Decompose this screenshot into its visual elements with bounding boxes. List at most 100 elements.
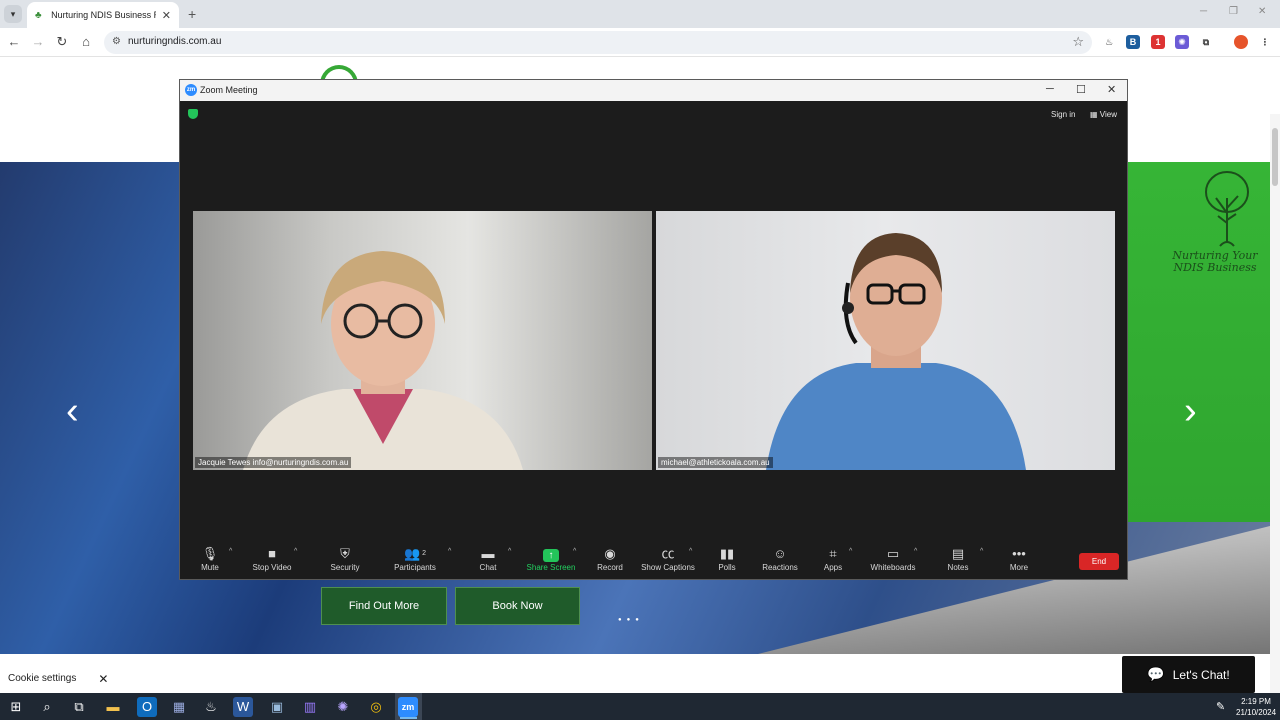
chat-label: Let's Chat! <box>1172 667 1230 682</box>
extension-b-icon[interactable]: B <box>1126 35 1140 49</box>
app-gear-icon[interactable]: ✺ <box>333 697 353 717</box>
search-icon[interactable]: ⌕ <box>37 697 57 717</box>
more-label: More <box>1009 563 1029 572</box>
tab-search-icon[interactable]: ▾ <box>4 5 22 23</box>
file-explorer-icon[interactable]: ▬ <box>103 697 123 717</box>
new-tab-button[interactable]: + <box>188 6 196 22</box>
whiteboards-label: Whiteboards <box>870 563 916 572</box>
page-scrollbar[interactable] <box>1270 114 1280 720</box>
cookie-settings-link[interactable]: Cookie settings <box>8 673 76 684</box>
extension-badge-icon[interactable]: 1 <box>1151 35 1165 49</box>
zoom-title-bar[interactable]: zm Zoom Meeting ─ ☐ ✕ <box>180 80 1127 101</box>
participant-video-2[interactable]: michael@athletickoala.com.au <box>656 211 1115 470</box>
bookmark-star-icon[interactable]: ☆ <box>1072 34 1084 50</box>
close-icon[interactable]: ✕ <box>1258 6 1266 17</box>
remote-desktop-icon[interactable]: ▣ <box>267 697 287 717</box>
zoom-meeting-window: zm Zoom Meeting ─ ☐ ✕ Sign in ▦ View Jac… <box>179 79 1128 580</box>
extensions-puzzle-icon[interactable]: ⧉ <box>1199 35 1213 49</box>
zoom-control-bar: 🎙 Mute ^ ■ Stop Video ^ ⛨ Security 👥 2 Pa… <box>180 545 1127 579</box>
participants-icon: 👥 2 <box>403 546 427 561</box>
browser-menu-icon[interactable]: ⋮ <box>1258 35 1272 49</box>
carousel-dots[interactable]: ●●● <box>618 617 644 623</box>
mute-button[interactable]: 🎙 Mute <box>175 545 245 579</box>
reload-icon[interactable]: ↻ <box>54 34 70 50</box>
video-options-chevron-icon[interactable]: ^ <box>294 548 297 555</box>
microphone-icon: 🎙 <box>201 546 219 561</box>
zoom-close-icon[interactable]: ✕ <box>1107 83 1116 96</box>
more-dots-icon: ••• <box>1012 546 1026 561</box>
carousel-next-icon[interactable]: › <box>1184 390 1197 433</box>
zoom-minimize-icon[interactable]: ─ <box>1046 83 1054 95</box>
participants-chevron-icon[interactable]: ^ <box>448 548 451 555</box>
view-label: View <box>1099 110 1117 119</box>
forward-icon[interactable]: → <box>30 34 46 50</box>
participants-button[interactable]: 👥 2 Participants <box>380 545 450 579</box>
teams-icon[interactable]: ▥ <box>300 697 320 717</box>
windows-taskbar: ⊞ ⌕ ⧉ ▬ O ▦ ♨ W ▣ ▥ ✺ ◎ zm ✎ 2:19 PM 21/… <box>0 693 1280 720</box>
chat-chevron-icon[interactable]: ^ <box>508 548 511 555</box>
chat-button[interactable]: ▬ Chat <box>453 545 523 579</box>
app-flame-icon[interactable]: ♨ <box>201 697 221 717</box>
participant-1-name: Jacquie Tewes info@nurturingndis.com.au <box>195 457 352 468</box>
url-text[interactable]: nurturingndis.com.au <box>128 36 221 47</box>
clock-time: 2:19 PM <box>1241 697 1271 706</box>
lets-chat-button[interactable]: 💬 Let's Chat! <box>1122 656 1255 693</box>
extension-gear-icon[interactable]: ✺ <box>1175 35 1189 49</box>
system-clock[interactable]: 2:19 PM 21/10/2024 <box>1236 696 1276 718</box>
security-button[interactable]: ⛨ Security <box>310 545 380 579</box>
zoom-taskbar-icon[interactable]: zm <box>398 697 418 717</box>
apps-chevron-icon[interactable]: ^ <box>849 548 852 555</box>
book-now-button[interactable]: Book Now <box>455 587 580 625</box>
more-button[interactable]: ••• More <box>984 545 1054 579</box>
pen-tray-icon[interactable]: ✎ <box>1216 700 1225 713</box>
brand-tagline: Nurturing Your NDIS Business <box>1170 250 1260 274</box>
whiteboards-chevron-icon[interactable]: ^ <box>914 548 917 555</box>
extension-flame-icon[interactable]: ♨ <box>1102 35 1116 49</box>
profile-avatar-icon[interactable] <box>1234 35 1248 49</box>
restore-icon[interactable]: ❐ <box>1229 6 1238 17</box>
tab-close-icon[interactable]: ✕ <box>162 9 171 22</box>
zoom-maximize-icon[interactable]: ☐ <box>1076 83 1086 96</box>
zoom-logo-icon: zm <box>185 84 197 96</box>
chat-bubble-icon: 💬 <box>1147 666 1165 682</box>
tab-title: Nurturing NDIS Business Regist <box>51 10 156 20</box>
mute-label: Mute <box>201 563 219 572</box>
browser-tab-strip: ▾ ♣ Nurturing NDIS Business Regist ✕ + ─… <box>0 0 1280 28</box>
site-info-icon[interactable]: ⚙ <box>112 36 121 47</box>
whiteboard-icon: ▭ <box>886 546 900 561</box>
browser-tab[interactable]: ♣ Nurturing NDIS Business Regist ✕ <box>27 2 179 28</box>
end-meeting-button[interactable]: End <box>1079 553 1119 570</box>
cookie-settings-bar: Cookie settings ✕ <box>0 664 110 693</box>
whiteboards-button[interactable]: ▭ Whiteboards <box>858 545 928 579</box>
home-icon[interactable]: ⌂ <box>78 34 94 50</box>
participant-video-1[interactable]: Jacquie Tewes info@nurturingndis.com.au <box>193 211 652 470</box>
notes-chevron-icon[interactable]: ^ <box>980 548 983 555</box>
zoom-window-title: Zoom Meeting <box>200 85 258 95</box>
security-shield-icon: ⛨ <box>340 546 350 561</box>
calculator-icon[interactable]: ▦ <box>169 697 189 717</box>
chat-label-zoom: Chat <box>479 563 497 572</box>
minimize-icon[interactable]: ─ <box>1200 6 1207 17</box>
brand-line-2: NDIS Business <box>1173 261 1257 274</box>
address-bar[interactable]: ⚙ nurturingndis.com.au ☆ <box>104 31 1092 54</box>
security-label: Security <box>330 563 360 572</box>
back-icon[interactable]: ← <box>6 34 22 50</box>
cookie-close-icon[interactable]: ✕ <box>98 672 108 686</box>
participant-2-figure <box>766 233 1026 470</box>
word-icon[interactable]: W <box>233 697 253 717</box>
task-view-icon[interactable]: ⧉ <box>69 697 89 717</box>
sign-in-link[interactable]: Sign in <box>1051 110 1075 119</box>
notes-label: Notes <box>947 563 969 572</box>
chat-icon: ▬ <box>481 546 495 561</box>
outlook-icon[interactable]: O <box>137 697 157 717</box>
browser-toolbar: ← → ↻ ⌂ ⚙ nurturingndis.com.au ☆ ♨ B 1 ✺… <box>0 28 1280 57</box>
view-button[interactable]: ▦ View <box>1090 110 1117 119</box>
carousel-prev-icon[interactable]: ‹ <box>66 390 79 433</box>
encryption-shield-icon[interactable] <box>188 109 198 119</box>
audio-options-chevron-icon[interactable]: ^ <box>229 548 232 555</box>
start-windows-icon[interactable]: ⊞ <box>6 697 26 717</box>
scrollbar-thumb[interactable] <box>1272 128 1278 186</box>
participants-label: Participants <box>394 563 436 572</box>
find-out-more-button[interactable]: Find Out More <box>321 587 447 625</box>
chrome-icon[interactable]: ◎ <box>366 697 386 717</box>
